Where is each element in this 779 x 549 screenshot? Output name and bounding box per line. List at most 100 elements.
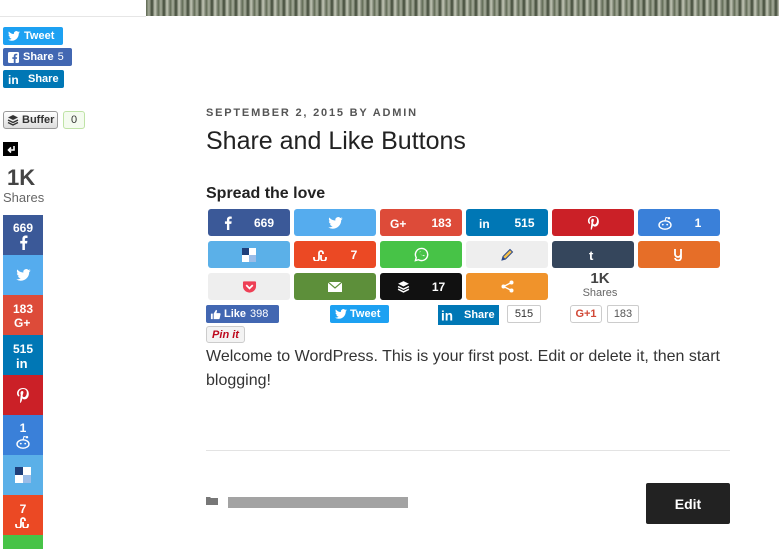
svg-text:in: in	[480, 217, 491, 229]
share-delicious-button[interactable]	[208, 241, 290, 268]
share-facebook-button[interactable]: 669	[208, 209, 290, 236]
side-shares-label: Shares	[3, 190, 45, 205]
reddit-count: 1	[694, 215, 702, 230]
total-shares-label: Shares	[582, 287, 618, 299]
svg-text:in: in	[16, 356, 28, 369]
side-googleplus-button[interactable]: 183 G+	[3, 295, 43, 335]
header-image	[146, 0, 779, 16]
side-googleplus-count: 183	[12, 302, 34, 316]
side-whatsapp-button[interactable]	[3, 535, 43, 549]
share-more-button[interactable]	[466, 273, 548, 300]
whatsapp-icon	[413, 247, 428, 262]
stumbleupon-icon	[15, 517, 29, 528]
side-reddit-count: 1	[19, 421, 27, 435]
twitter-icon	[15, 269, 31, 281]
linkedin-share-label: Share	[464, 309, 495, 321]
pinterest-icon	[17, 388, 29, 403]
share-blogger-button[interactable]	[466, 241, 548, 268]
side-linkedin-button[interactable]: 515 in	[3, 335, 43, 375]
reddit-icon	[16, 435, 30, 449]
share-pinterest-button[interactable]	[552, 209, 634, 236]
like-label: Like	[224, 308, 247, 320]
googleplus-one-button[interactable]: G+1	[570, 305, 602, 323]
edit-button[interactable]: Edit	[646, 483, 730, 524]
twitter-tweet-button[interactable]: Tweet	[330, 305, 389, 323]
facebook-icon	[19, 234, 28, 250]
share-twitter-button[interactable]	[294, 209, 376, 236]
side-linkedin-count: 515	[12, 341, 34, 356]
svg-text:in: in	[441, 308, 453, 322]
pinterest-icon	[587, 216, 599, 230]
buffer-label: Buffer	[22, 114, 55, 126]
post-meta: SEPTEMBER 2, 2015 BY ADMIN	[206, 107, 418, 119]
twitter-icon	[327, 216, 343, 229]
yummly-icon	[674, 249, 682, 261]
side-stumbleupon-count: 7	[19, 502, 27, 516]
stumbleupon-count: 7	[350, 247, 358, 262]
tweet-button[interactable]: Tweet	[3, 27, 63, 45]
linkedin-share-widget[interactable]: in Share	[438, 305, 499, 325]
facebook-count: 669	[253, 215, 275, 230]
side-pinterest-button[interactable]	[3, 375, 43, 415]
svg-text:G+: G+	[390, 217, 406, 229]
share-yummly-button[interactable]	[638, 241, 720, 268]
share-linkedin-button[interactable]: in 515	[466, 209, 548, 236]
pin-it-button[interactable]: Pin it	[206, 326, 245, 343]
googleplus-count: 183	[431, 215, 452, 230]
share-icon	[501, 280, 513, 293]
total-shares: 1K Shares	[560, 270, 640, 300]
share-googleplus-button[interactable]: G+ 183	[380, 209, 462, 236]
linkedin-icon: in	[441, 308, 453, 322]
arrow-back-icon	[6, 146, 15, 154]
share-tumblr-button[interactable]: t	[552, 241, 634, 268]
linkedin-icon: in	[480, 217, 491, 229]
share-pocket-button[interactable]	[208, 273, 290, 300]
like-count: 398	[250, 308, 269, 320]
reddit-icon	[657, 216, 672, 230]
linkedin-share-label: Share	[28, 73, 59, 85]
facebook-share-label: Share	[23, 51, 54, 63]
share-whatsapp-button[interactable]	[380, 241, 462, 268]
collapse-sidebar-toggle[interactable]	[3, 142, 18, 156]
side-twitter-button[interactable]	[3, 255, 43, 295]
side-delicious-button[interactable]	[3, 455, 43, 495]
spread-the-love-heading: Spread the love	[206, 185, 326, 202]
delicious-icon	[15, 467, 31, 483]
tweet-label: Tweet	[350, 308, 381, 320]
delicious-icon	[242, 247, 256, 262]
facebook-share-count: 5	[57, 51, 64, 63]
facebook-like-button[interactable]: Like 398	[206, 305, 279, 323]
twitter-icon	[8, 31, 20, 41]
total-shares-count: 1K	[590, 270, 610, 287]
buffer-button[interactable]: Buffer	[3, 111, 58, 129]
email-icon	[328, 281, 342, 292]
googleplus-one-count: 183	[607, 305, 639, 323]
svg-text:t: t	[589, 248, 594, 261]
folder-icon	[206, 496, 218, 508]
linkedin-share-count: 515	[507, 305, 541, 323]
post-title[interactable]: Share and Like Buttons	[206, 127, 466, 156]
buffer-icon	[397, 281, 410, 293]
divider	[0, 16, 146, 17]
share-buffer-button[interactable]: 17	[380, 273, 462, 300]
side-reddit-button[interactable]: 1	[3, 415, 43, 455]
linkedin-share-button[interactable]: in Share	[3, 70, 64, 88]
svg-text:in: in	[8, 73, 19, 85]
thumbs-up-icon	[210, 309, 221, 319]
tumblr-icon: t	[589, 248, 594, 261]
post-content: Welcome to WordPress. This is your first…	[206, 348, 720, 389]
divider	[206, 450, 730, 451]
facebook-share-button[interactable]: Share 5	[3, 48, 72, 66]
category-link-redacted[interactable]	[228, 497, 408, 508]
side-facebook-button[interactable]: 669	[3, 215, 43, 255]
share-reddit-button[interactable]: 1	[638, 209, 720, 236]
linkedin-count: 515	[514, 215, 535, 230]
share-stumbleupon-button[interactable]: 7	[294, 241, 376, 268]
side-total-shares: 1K	[7, 165, 36, 190]
pencil-icon	[501, 248, 514, 261]
facebook-icon	[224, 215, 232, 230]
share-email-button[interactable]	[294, 273, 376, 300]
buffer-icon	[7, 115, 19, 126]
linkedin-icon: in	[16, 356, 28, 369]
side-stumbleupon-button[interactable]: 7	[3, 495, 43, 535]
